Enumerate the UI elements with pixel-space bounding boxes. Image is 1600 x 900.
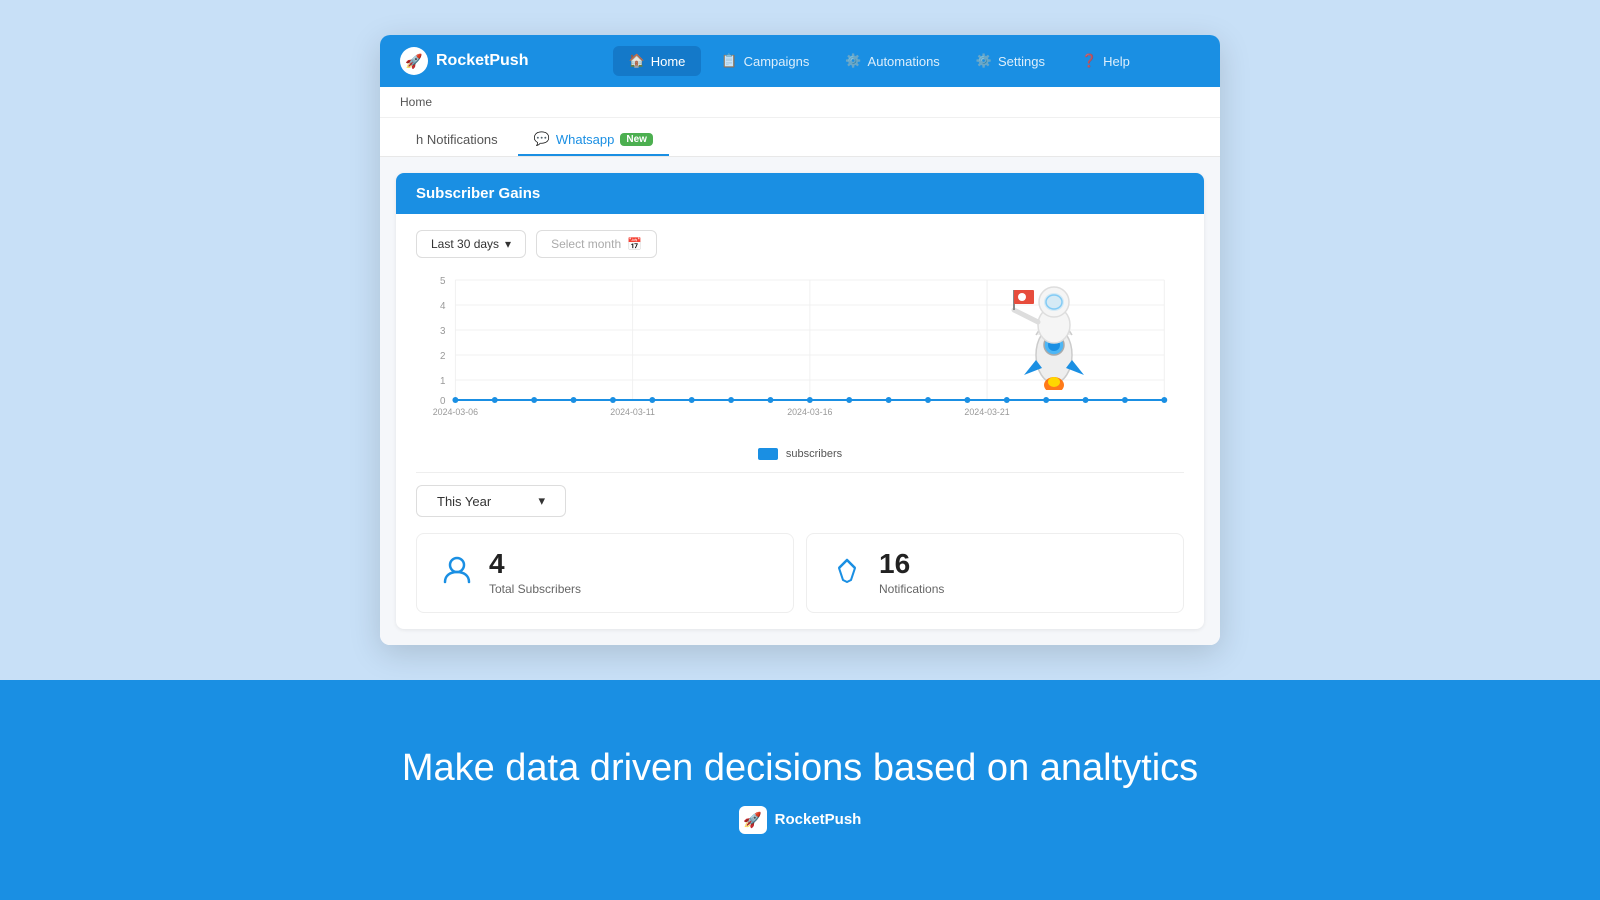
nav-home-label: Home [651,54,686,69]
section-divider [416,472,1184,473]
stats-row: 4 Total Subscribers [416,533,1184,613]
svg-text:5: 5 [440,276,446,287]
card-header: Subscriber Gains [396,173,1204,214]
settings-icon: ⚙️ [976,53,992,69]
year-filter-dropdown[interactable]: This Year ▾ [416,485,566,517]
nav-help[interactable]: ❓ Help [1065,46,1146,76]
tab-whatsapp[interactable]: 💬 Whatsapp New [518,124,669,156]
svg-text:2024-03-06: 2024-03-06 [433,407,478,417]
year-filter-label: This Year [437,494,491,509]
subscribers-value: 4 [489,550,581,578]
stat-card-notifications: 16 Notifications [806,533,1184,613]
content: Subscriber Gains Last 30 days ▾ Select m… [380,157,1220,645]
brand: 🚀 RocketPush [400,47,528,75]
subscribers-icon [441,554,473,593]
automations-icon: ⚙️ [845,53,861,69]
nav-automations[interactable]: ⚙️ Automations [829,46,955,76]
whatsapp-icon: 💬 [534,131,550,147]
notifications-value: 16 [879,550,944,578]
campaigns-icon: 📋 [721,53,737,69]
tab-push-notifications[interactable]: h Notifications [400,124,514,156]
bottom-footer: Make data driven decisions based on anal… [0,680,1600,900]
app-window: 🚀 RocketPush 🏠 Home 📋 Campaigns ⚙️ Autom… [380,35,1220,645]
month-placeholder: Select month [551,237,621,251]
notifications-label: Notifications [879,582,944,596]
footer-tagline: Make data driven decisions based on anal… [402,747,1198,790]
astronaut-decoration [984,260,1104,390]
footer-brand-name: RocketPush [775,811,862,828]
chevron-down-icon: ▾ [505,237,511,251]
svg-text:2024-03-21: 2024-03-21 [964,407,1009,417]
svg-text:2: 2 [440,351,446,362]
svg-text:2024-03-16: 2024-03-16 [787,407,832,417]
nav-campaigns[interactable]: 📋 Campaigns [705,46,825,76]
month-picker[interactable]: Select month 📅 [536,230,657,258]
card-body: Last 30 days ▾ Select month 📅 [396,214,1204,629]
nav-home[interactable]: 🏠 Home [613,46,702,76]
subscribers-info: 4 Total Subscribers [489,550,581,596]
subscribers-label: Total Subscribers [489,582,581,596]
svg-text:3: 3 [440,326,446,337]
subscriber-gains-card: Subscriber Gains Last 30 days ▾ Select m… [396,173,1204,629]
brand-icon: 🚀 [400,47,428,75]
nav-campaigns-label: Campaigns [744,54,810,69]
tab-push-label: h Notifications [416,132,498,147]
help-icon: ❓ [1081,53,1097,69]
breadcrumb: Home [380,87,1220,118]
nav-settings[interactable]: ⚙️ Settings [960,46,1061,76]
card-title: Subscriber Gains [416,185,540,202]
legend-color-subscribers [758,448,778,460]
svg-text:0: 0 [440,396,446,407]
svg-text:2024-03-11: 2024-03-11 [610,407,655,417]
footer-brand-icon: 🚀 [739,806,767,834]
notifications-icon [831,554,863,593]
notifications-info: 16 Notifications [879,550,944,596]
date-range-dropdown[interactable]: Last 30 days ▾ [416,230,526,258]
svg-text:1: 1 [440,376,446,387]
chart-controls: Last 30 days ▾ Select month 📅 [416,230,1184,258]
new-badge: New [620,133,653,146]
svg-text:4: 4 [440,301,446,312]
footer-brand: 🚀 RocketPush [739,806,862,834]
chart-area: 5 4 3 2 1 0 2024-03-06 2024-03-11 2024-0… [416,270,1184,440]
nav-help-label: Help [1103,54,1130,69]
chevron-year-icon: ▾ [538,493,545,509]
home-icon: 🏠 [629,53,645,69]
legend-label: subscribers [786,448,842,460]
date-range-label: Last 30 days [431,237,499,251]
navbar: 🚀 RocketPush 🏠 Home 📋 Campaigns ⚙️ Autom… [380,35,1220,87]
brand-name: RocketPush [436,52,528,70]
nav-settings-label: Settings [998,54,1045,69]
chart-legend: subscribers [416,448,1184,460]
stat-card-subscribers: 4 Total Subscribers [416,533,794,613]
tab-whatsapp-label: Whatsapp [556,132,615,147]
breadcrumb-text: Home [400,95,432,109]
nav-automations-label: Automations [868,54,940,69]
sub-tabs: h Notifications 💬 Whatsapp New [380,118,1220,157]
calendar-icon: 📅 [627,237,642,251]
nav-items: 🏠 Home 📋 Campaigns ⚙️ Automations ⚙️ Set… [558,46,1200,76]
